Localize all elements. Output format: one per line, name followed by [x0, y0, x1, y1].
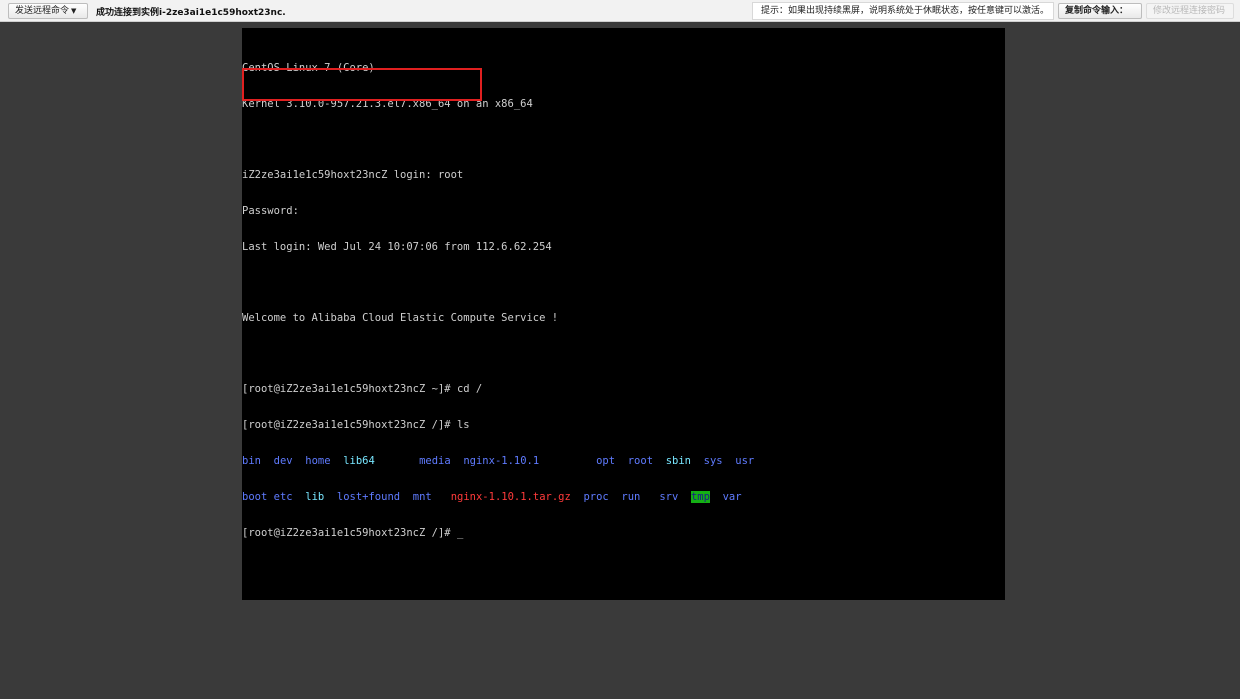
ls-entry: sbin	[665, 455, 691, 467]
remote-viewport[interactable]: CentOS Linux 7 (Core) Kernel 3.10.0-957.…	[4, 23, 1240, 699]
ls-entry: media	[419, 455, 451, 467]
ls-entry: run	[621, 491, 641, 503]
caret-down-icon: ▼	[71, 7, 77, 15]
password-line: Password:	[242, 205, 299, 217]
send-remote-command-label: 发送远程命令	[15, 6, 70, 16]
ls-entry: root	[627, 455, 654, 467]
text-cursor: _	[456, 527, 464, 539]
ls-entry: nginx-1.10.1.tar.gz	[450, 491, 571, 503]
welcome-line: Welcome to Alibaba Cloud Elastic Compute…	[242, 312, 559, 324]
ls-entry: tmp	[690, 491, 710, 503]
prompt: [root@iZ2ze3ai1e1c59hoxt23ncZ ~]#	[242, 383, 457, 395]
blackscreen-hint: 提示：如果出现持续黑屏，说明系统处于休眠状态，按任意键可以激活。	[752, 2, 1054, 20]
ls-entry: lost+found	[336, 491, 401, 503]
ls-output-row-2: boot etc lib lost+found mnt nginx-1.10.1…	[242, 491, 1005, 503]
ls-entry: dev	[273, 455, 293, 467]
ls-entry: lib64	[343, 455, 375, 467]
prompt: [root@iZ2ze3ai1e1c59hoxt23ncZ /]#	[242, 527, 457, 539]
cd-command-line: [root@iZ2ze3ai1e1c59hoxt23ncZ ~]# cd /	[242, 383, 1005, 395]
toolbar: 发送远程命令 ▼ 成功连接到实例i-2ze3ai1e1c59hoxt23nc. 提…	[0, 0, 1240, 22]
connection-status: 成功连接到实例i-2ze3ai1e1c59hoxt23nc.	[96, 8, 286, 18]
ls-entry: bin	[242, 455, 261, 467]
ls-output-row-1: bin dev home lib64 media nginx-1.10.1 op…	[242, 455, 1005, 467]
ls-entry: lib	[305, 491, 325, 503]
copy-command-input-button[interactable]: 复制命令输入：	[1058, 3, 1142, 19]
ls-entry: proc	[583, 491, 609, 503]
ls-entry: usr	[735, 455, 755, 467]
terminal-output: CentOS Linux 7 (Core) Kernel 3.10.0-957.…	[242, 38, 1005, 563]
ls-entry: etc	[273, 491, 293, 503]
ls-entry: srv	[659, 491, 679, 503]
login-highlight-box	[242, 68, 482, 101]
last-login-line: Last login: Wed Jul 24 10:07:06 from 112…	[242, 241, 552, 253]
ls-entry: nginx-1.10.1	[463, 455, 540, 467]
command: ls	[456, 419, 470, 431]
ls-entry: boot	[242, 491, 268, 503]
ls-command-line: [root@iZ2ze3ai1e1c59hoxt23ncZ /]# ls	[242, 419, 1005, 431]
modify-password-button[interactable]: 修改远程连接密码	[1146, 3, 1234, 19]
remote-terminal-screen[interactable]: CentOS Linux 7 (Core) Kernel 3.10.0-957.…	[242, 28, 1005, 600]
ls-entry: sys	[703, 455, 723, 467]
command: cd /	[456, 383, 483, 395]
ls-entry: mnt	[412, 491, 432, 503]
ls-entry: var	[722, 491, 742, 503]
send-remote-command-button[interactable]: 发送远程命令 ▼	[8, 3, 88, 19]
prompt: [root@iZ2ze3ai1e1c59hoxt23ncZ /]#	[242, 419, 457, 431]
ls-entry: home	[305, 455, 331, 467]
ls-entry: opt	[596, 455, 616, 467]
current-prompt-line: [root@iZ2ze3ai1e1c59hoxt23ncZ /]# _	[242, 527, 1005, 539]
login-line: iZ2ze3ai1e1c59hoxt23ncZ login: root	[242, 169, 464, 181]
